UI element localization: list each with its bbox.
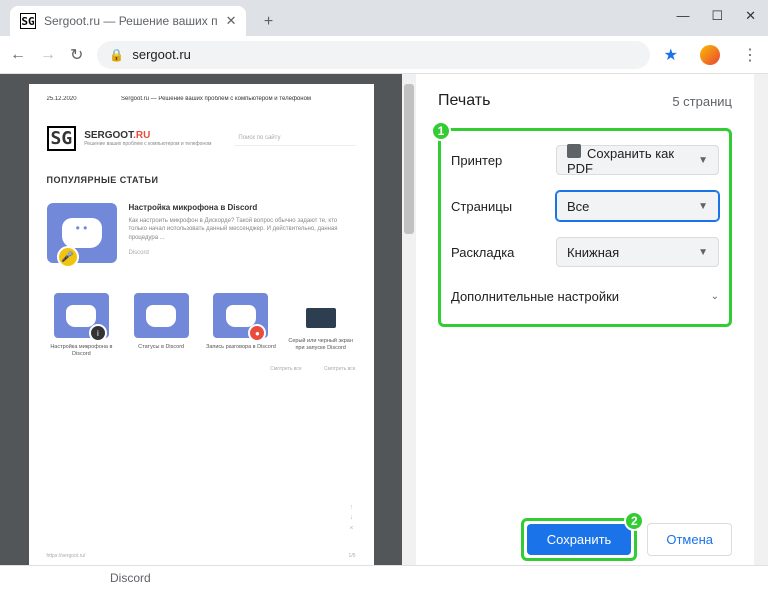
cancel-button[interactable]: Отмена <box>647 523 732 556</box>
save-highlight-box: 2 Сохранить <box>521 518 638 561</box>
thumb-icon: i <box>54 293 109 338</box>
logo-tagline: Решение ваших проблем с компьютером и те… <box>84 141 211 147</box>
url-text: sergoot.ru <box>132 47 191 62</box>
print-dialog: 25.12.2020 Sergoot.ru — Решение ваших пр… <box>0 74 768 579</box>
settings-highlight-box: 1 Принтер Сохранить как PDF▼ Страницы Вс… <box>438 128 732 327</box>
article-thumbnails: i Настройка микрофона в Discord Статусы в… <box>47 293 356 358</box>
url-input[interactable]: 🔒 sergoot.ru <box>97 41 649 69</box>
page-count: 5 страниц <box>672 94 732 109</box>
print-settings-panel: Печать 5 страниц 1 Принтер Сохранить как… <box>416 74 754 579</box>
logo-mark: SG <box>47 126 77 151</box>
menu-icon[interactable]: ⋮ <box>742 45 758 65</box>
mic-badge-icon: 🎤 <box>57 246 79 268</box>
article-tag: Discord <box>129 250 356 256</box>
site-logo-row: SG SERGOOT.RU Решение ваших проблем с ко… <box>47 126 356 151</box>
thumb-icon: ● <box>213 293 268 338</box>
info-badge-icon: i <box>89 324 107 342</box>
printer-label: Принтер <box>451 153 546 168</box>
logo-tld: .RU <box>133 130 150 141</box>
printer-dropdown[interactable]: Сохранить как PDF▼ <box>556 145 719 175</box>
discord-icon: 🎤 <box>47 203 117 263</box>
page-footer: https://sergoot.ru/1/5 <box>47 553 356 559</box>
chevron-down-icon: ▼ <box>698 201 708 212</box>
new-tab-button[interactable]: + <box>254 8 282 36</box>
preview-scrollbar[interactable] <box>402 74 416 579</box>
tab-strip: SG Sergoot.ru — Решение ваших п ✕ + <box>0 0 768 36</box>
scroll-arrows: ↑↓× <box>349 503 353 535</box>
minimize-button[interactable]: — <box>676 8 689 24</box>
address-bar: ← → ↻ 🔒 sergoot.ru ★ ⋮ <box>0 36 768 74</box>
thumb-item: i Настройка микрофона в Discord <box>47 293 117 358</box>
back-button[interactable]: ← <box>10 46 26 64</box>
laptop-icon <box>306 308 336 328</box>
layout-dropdown[interactable]: Книжная▼ <box>556 237 719 267</box>
tab-close-icon[interactable]: ✕ <box>226 13 237 29</box>
chevron-down-icon: ▼ <box>698 155 708 166</box>
logo-brand: SERGOOT <box>84 130 133 141</box>
search-placeholder: Поиск по сайту <box>234 131 355 146</box>
popular-heading: ПОПУЛЯРНЫЕ СТАТЬИ <box>47 175 356 185</box>
annotation-marker-1: 1 <box>431 121 451 141</box>
panel-title: Печать <box>438 92 490 110</box>
see-more-link: Смотреть все Смотреть все <box>47 366 356 372</box>
thumb-title: Серый или черный экран при запуске Disco… <box>286 338 356 352</box>
thumb-item: ● Запись разговора в Discord <box>206 293 276 358</box>
thumb-title: Статусы в Discord <box>126 344 196 351</box>
page-header: Sergoot.ru — Решение ваших проблем с ком… <box>47 96 356 102</box>
article-title: Настройка микрофона в Discord <box>129 203 356 212</box>
close-button[interactable]: ✕ <box>745 8 756 24</box>
browser-tab[interactable]: SG Sergoot.ru — Решение ваших п ✕ <box>10 6 246 36</box>
background-page-text: Discord <box>0 565 768 589</box>
save-button[interactable]: Сохранить <box>527 524 632 555</box>
thumb-title: Запись разговора в Discord <box>206 344 276 351</box>
scrollbar-thumb[interactable] <box>404 84 414 234</box>
record-badge-icon: ● <box>248 324 266 342</box>
layout-label: Раскладка <box>451 245 546 260</box>
preview-page: 25.12.2020 Sergoot.ru — Решение ваших пр… <box>29 84 374 569</box>
bookmark-star-icon[interactable]: ★ <box>664 45 678 65</box>
article-desc: Как настроить микрофон в Дискорде? Такой… <box>129 217 356 242</box>
page-date: 25.12.2020 <box>47 96 77 102</box>
main-article: 🎤 Настройка микрофона в Discord Как наст… <box>47 203 356 263</box>
panel-scrollbar[interactable] <box>754 74 768 579</box>
pages-label: Страницы <box>451 199 546 214</box>
pdf-icon <box>567 144 581 158</box>
lock-icon: 🔒 <box>109 48 124 62</box>
thumb-title: Настройка микрофона в Discord <box>47 344 117 358</box>
maximize-button[interactable]: ☐ <box>711 8 723 24</box>
annotation-marker-2: 2 <box>624 511 644 531</box>
forward-button: → <box>40 46 56 64</box>
tab-title: Sergoot.ru — Решение ваших п <box>44 14 218 28</box>
window-controls: — ☐ ✕ <box>676 8 756 24</box>
thumb-icon <box>134 293 189 338</box>
pages-dropdown[interactable]: Все▼ <box>556 191 719 221</box>
thumb-item: Статусы в Discord <box>126 293 196 358</box>
profile-avatar[interactable] <box>700 45 720 65</box>
more-settings-toggle[interactable]: Дополнительные настройки⌄ <box>451 283 719 310</box>
chevron-down-icon: ⌄ <box>711 291 719 302</box>
print-preview: 25.12.2020 Sergoot.ru — Решение ваших пр… <box>0 74 402 579</box>
thumb-item: Серый или черный экран при запуске Disco… <box>286 293 356 358</box>
tab-favicon: SG <box>20 13 36 29</box>
reload-button[interactable]: ↻ <box>70 45 83 65</box>
dialog-buttons: 2 Сохранить Отмена <box>521 518 732 561</box>
chevron-down-icon: ▼ <box>698 247 708 258</box>
